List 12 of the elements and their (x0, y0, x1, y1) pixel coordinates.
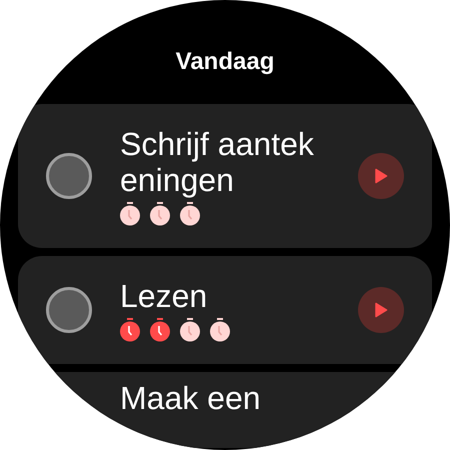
play-button[interactable] (358, 287, 404, 333)
task-name: Schrijf aantekeningen (120, 126, 315, 198)
play-button[interactable] (358, 153, 404, 199)
task-name: Lezen (120, 278, 208, 314)
task-card[interactable]: Lezen (18, 256, 432, 364)
screen-title: Vandaag (176, 47, 274, 77)
task-checkbox[interactable] (46, 153, 92, 199)
task-name: Maak een (120, 380, 262, 416)
task-checkbox[interactable] (46, 287, 92, 333)
play-icon (374, 168, 388, 184)
task-card[interactable]: Schrijf aantekeningen (18, 104, 432, 248)
play-icon (374, 302, 388, 318)
